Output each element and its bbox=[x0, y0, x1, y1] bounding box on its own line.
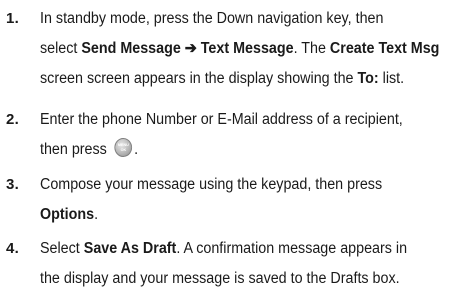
step-number: 3. bbox=[6, 176, 20, 193]
step-text-segment: Select bbox=[40, 240, 84, 257]
step-text-segment: then press bbox=[40, 141, 111, 158]
step-text-segment: In standby mode, press the Down navigati… bbox=[40, 10, 384, 27]
option-name: Save As Draft bbox=[83, 240, 177, 257]
step-text-segment: screen screen appears in the display sho… bbox=[40, 70, 358, 87]
step-text-segment: . A confirmation message appears in bbox=[176, 240, 408, 257]
step-line: then press MENU OK. bbox=[40, 135, 438, 165]
step-text-segment: Enter the phone Number or E-Mail address… bbox=[40, 111, 403, 128]
step-text: Compose your message using the keypad, t… bbox=[40, 170, 438, 230]
step-line: In standby mode, press the Down navigati… bbox=[40, 4, 438, 34]
step-line: Enter the phone Number or E-Mail address… bbox=[40, 105, 438, 135]
menu-ok-key-icon: MENU OK bbox=[114, 138, 133, 157]
step-text-segment: the display and your message is saved to… bbox=[40, 270, 400, 287]
step-text-segment: . bbox=[134, 141, 139, 158]
step-text-segment: list. bbox=[378, 70, 405, 87]
step-line: Options. bbox=[40, 200, 438, 230]
step-line: select Send Message ➔ Text Message. The … bbox=[40, 34, 440, 64]
step-number: 1. bbox=[6, 10, 20, 27]
step-text-segment: Compose your message using the keypad, t… bbox=[40, 176, 383, 193]
step-line: screen screen appears in the display sho… bbox=[40, 64, 438, 94]
step-text-segment: . bbox=[94, 206, 99, 223]
menu-path: Send Message ➔ Text Message bbox=[81, 40, 294, 57]
screen-name: Create Text Msg bbox=[329, 40, 440, 57]
step-number: 4. bbox=[6, 240, 20, 257]
step-line: Compose your message using the keypad, t… bbox=[40, 170, 438, 200]
step-line: the display and your message is saved to… bbox=[40, 264, 438, 294]
step-text: Select Save As Draft. A confirmation mes… bbox=[40, 234, 438, 294]
softkey-name: Options bbox=[40, 206, 95, 223]
step-number: 2. bbox=[6, 111, 20, 128]
step-text: Enter the phone Number or E-Mail address… bbox=[40, 105, 438, 165]
step-text: In standby mode, press the Down navigati… bbox=[40, 4, 440, 94]
step-text-segment: . The bbox=[293, 40, 330, 57]
key-icon-label: OK bbox=[120, 147, 127, 152]
step-text-segment: select bbox=[40, 40, 82, 57]
field-name: To: bbox=[357, 70, 379, 87]
step-line: Select Save As Draft. A confirmation mes… bbox=[40, 234, 438, 264]
